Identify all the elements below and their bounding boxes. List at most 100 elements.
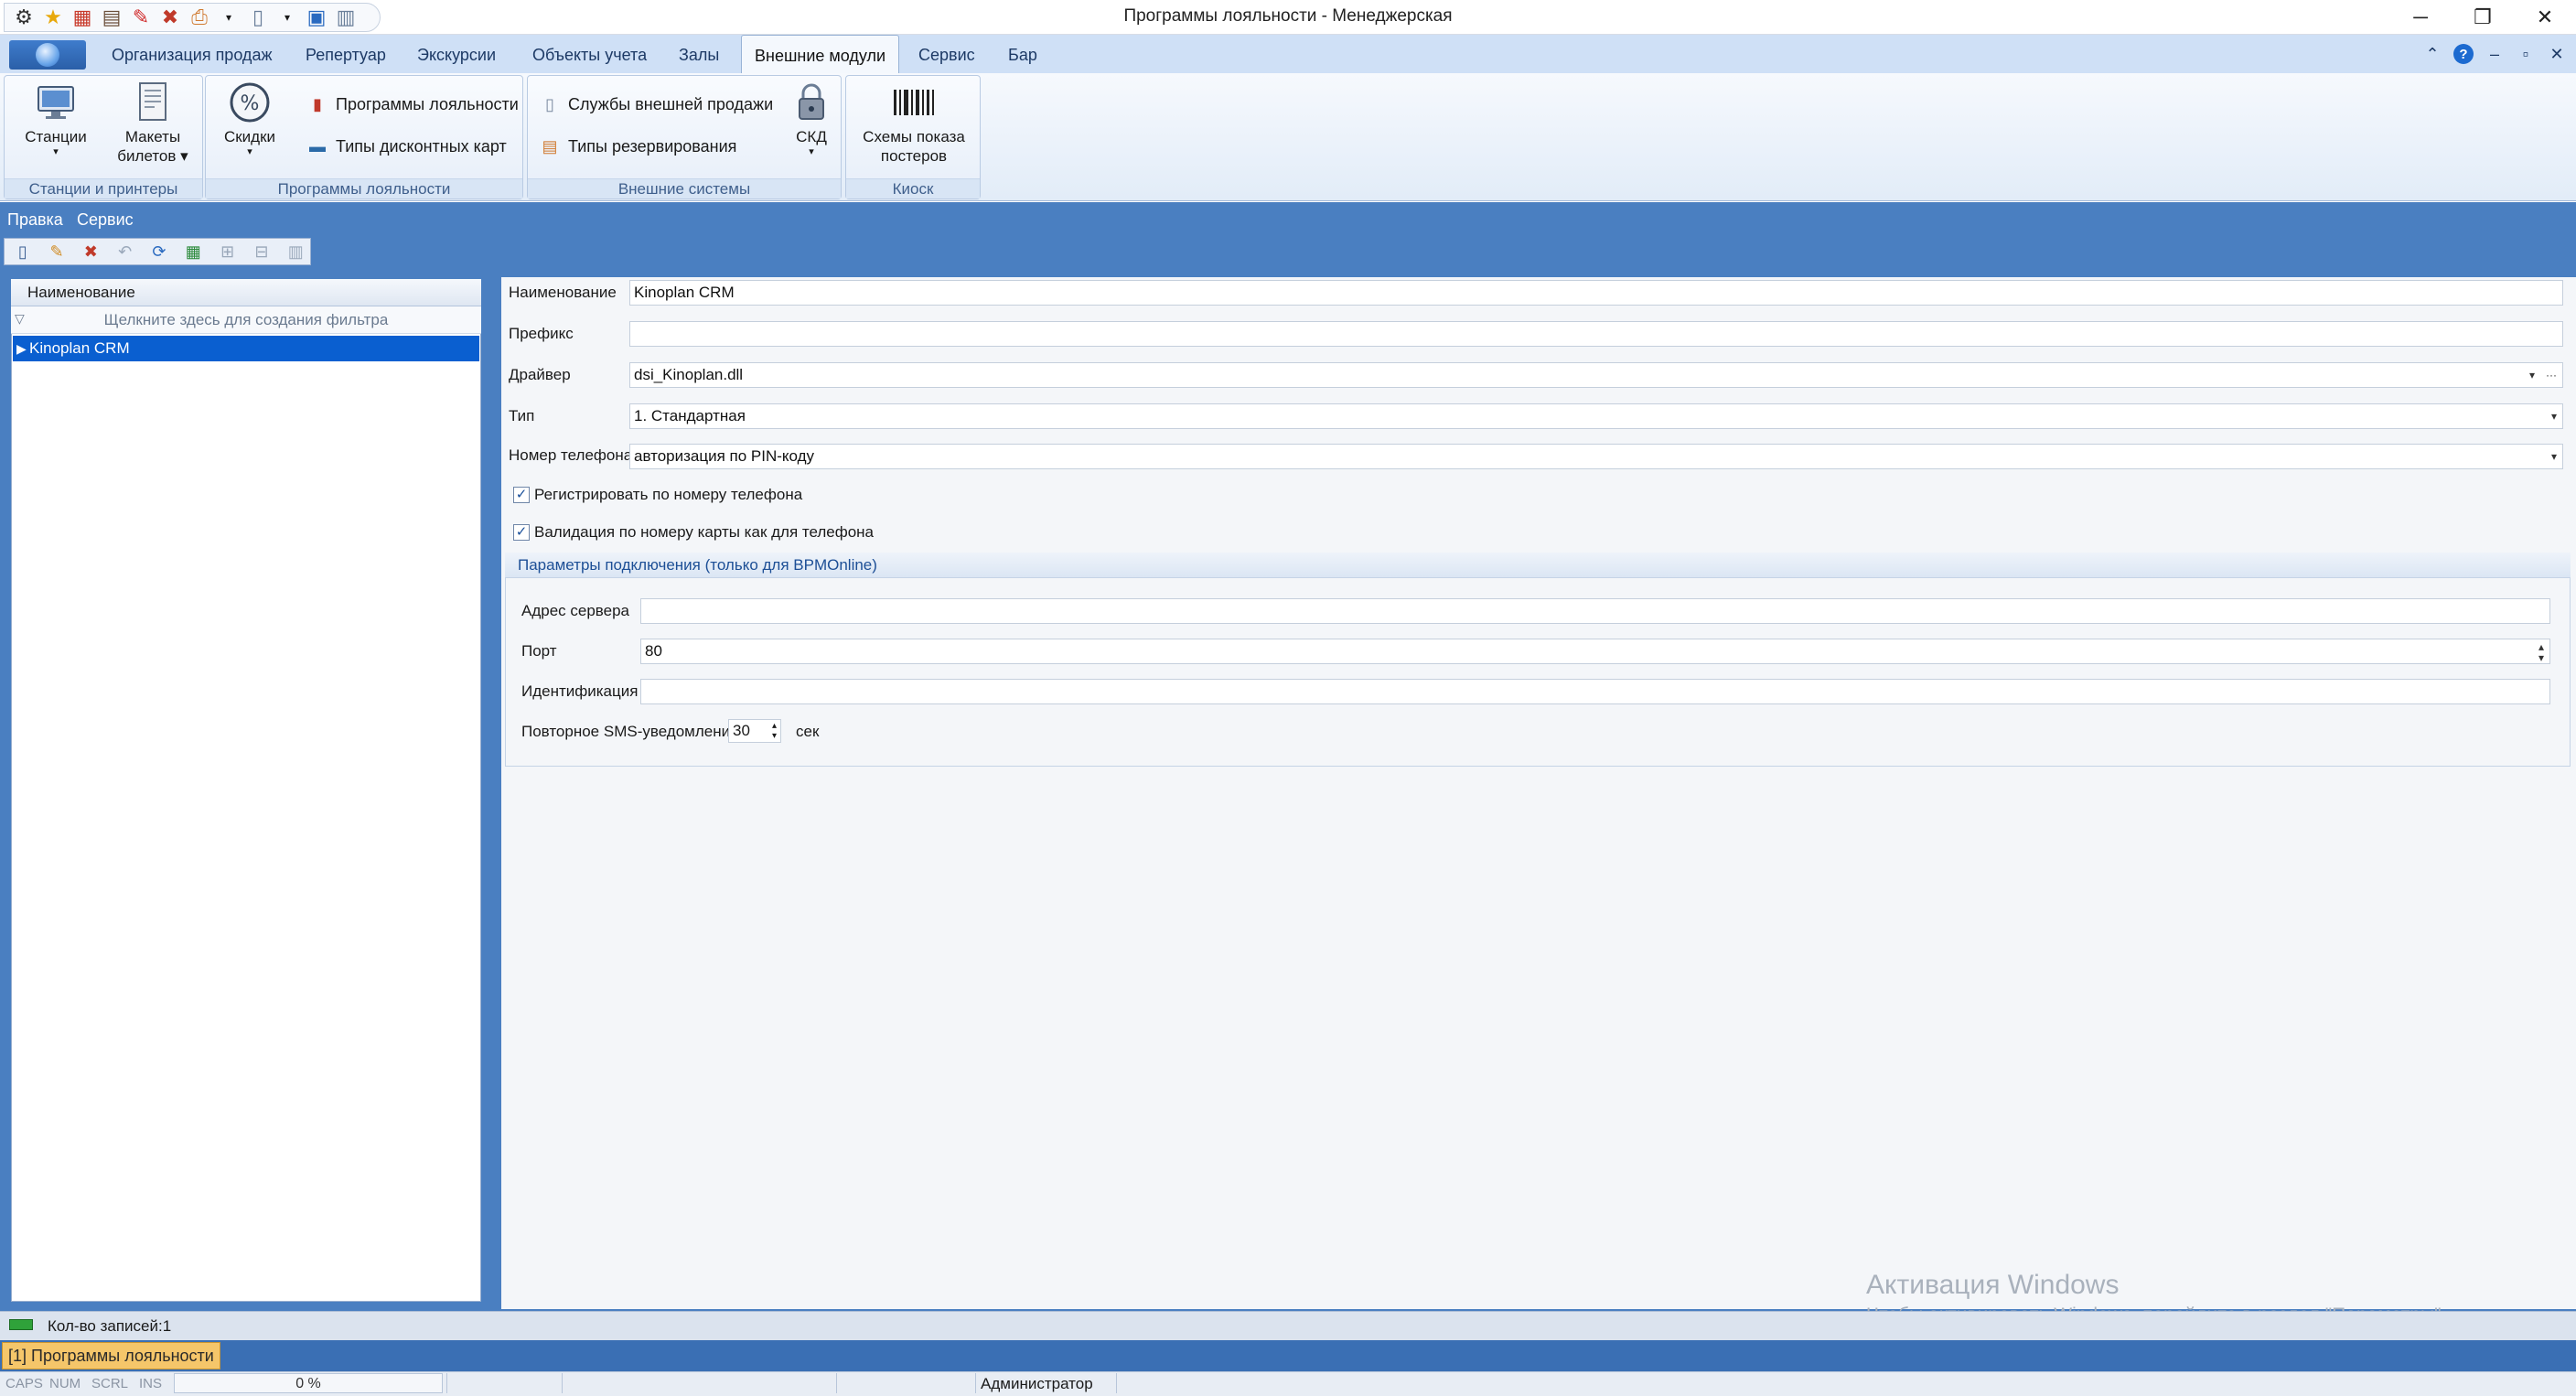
current-user: Администратор <box>981 1375 1093 1392</box>
register-by-phone-checkbox[interactable]: ✓ <box>513 487 530 503</box>
mdi-restore-icon[interactable]: ▫ <box>2512 40 2539 68</box>
details-form <box>501 277 2576 1309</box>
tab-excursions[interactable]: Экскурсии <box>404 35 509 73</box>
dropdown-arrow-icon[interactable]: ▾ <box>215 5 242 30</box>
excel-export-icon[interactable]: ▦ <box>179 240 208 263</box>
schedule-icon[interactable]: ▤ <box>98 5 125 30</box>
close-button[interactable]: ✕ <box>2514 0 2576 35</box>
collapse-all-icon[interactable]: ⊟ <box>247 240 275 263</box>
dropdown-arrow-icon[interactable]: ▾ <box>274 5 301 30</box>
tab-accounting-objects[interactable]: Объекты учета <box>520 35 660 73</box>
port-label: Порт <box>521 642 557 660</box>
favorites-star-icon[interactable]: ★ <box>39 5 67 30</box>
table-row[interactable]: Kinoplan CRM <box>13 336 479 361</box>
group-label: Внешние системы <box>528 178 841 199</box>
calendar-icon[interactable]: ▦ <box>69 5 96 30</box>
app-orb-icon <box>36 43 59 67</box>
status-divider <box>975 1373 976 1393</box>
discount-card-types-button[interactable]: ▬ Типы дисконтных карт <box>306 133 507 160</box>
tab-bar[interactable]: Бар <box>995 35 1050 73</box>
num-indicator: NUM <box>49 1376 81 1391</box>
group-label: Программы лояльности <box>206 178 522 199</box>
group-label: Станции и принтеры <box>5 178 202 199</box>
monitor-icon[interactable]: ▣ <box>303 5 330 30</box>
ribbon-group-loyalty: % Скидки ▾ ▮ Программы лояльности ▬ Типы… <box>205 75 523 199</box>
new-record-icon[interactable]: ▯ <box>8 240 37 263</box>
poster-schemes-button[interactable]: Схемы показа постеров <box>852 81 976 166</box>
dropdown-arrow-icon[interactable]: ▾ <box>2551 404 2557 428</box>
delete-record-icon[interactable]: ✖ <box>77 240 105 263</box>
spin-arrows-icon[interactable]: ▴ ▾ <box>772 721 777 741</box>
type-select[interactable]: 1. Стандартная ▾ <box>629 403 2563 429</box>
tab-repertoire[interactable]: Репертуар <box>293 35 399 73</box>
restore-button[interactable]: ❐ <box>2452 0 2514 35</box>
ribbon-group-external-systems: ▯ Службы внешней продажи ▤ Типы резервир… <box>527 75 842 199</box>
status-divider <box>1116 1373 1117 1393</box>
tab-sales-organization[interactable]: Организация продаж <box>99 35 285 73</box>
document-icon: ▯ <box>545 94 554 113</box>
document-icon[interactable]: ▯ <box>244 5 272 30</box>
panel-icon[interactable]: ▥ <box>332 5 360 30</box>
status-indicator-icon <box>9 1319 33 1330</box>
phone-mode-select[interactable]: авторизация по PIN-коду ▾ <box>629 444 2563 469</box>
records-grid[interactable] <box>11 279 481 1302</box>
menu-service[interactable]: Сервис <box>77 209 134 231</box>
menu-edit[interactable]: Правка <box>7 209 63 231</box>
edit-record-icon[interactable]: ✎ <box>42 240 70 263</box>
validate-card-checkbox[interactable]: ✓ <box>513 524 530 541</box>
external-sales-services-button[interactable]: ▯ Службы внешней продажи <box>539 91 773 118</box>
connection-params-title[interactable]: Параметры подключения (только для BPMOnl… <box>505 553 2571 578</box>
discounts-button[interactable]: % Скидки ▾ <box>213 81 286 157</box>
help-icon[interactable]: ? <box>2453 44 2474 64</box>
prefix-field[interactable] <box>629 321 2563 347</box>
access-control-button[interactable]: СКД ▾ <box>786 81 837 157</box>
grid-column-header-name[interactable]: Наименование <box>11 279 481 306</box>
prefix-label: Префикс <box>509 325 574 342</box>
identification-field[interactable] <box>640 679 2550 704</box>
dropdown-arrow-icon[interactable]: ▾ <box>2551 445 2557 468</box>
spin-arrows-icon[interactable]: ▴ ▾ <box>2538 641 2544 663</box>
dropdown-arrow-icon: ▾ <box>809 146 814 157</box>
progress-bar: 0 % <box>174 1373 443 1393</box>
grid-filter-row[interactable]: Щелкните здесь для создания фильтра <box>11 306 481 334</box>
print-icon[interactable]: ⎙ <box>186 5 213 30</box>
refresh-icon[interactable]: ⟳ <box>145 240 173 263</box>
name-field[interactable]: Kinoplan CRM <box>629 280 2563 306</box>
dropdown-arrow-icon[interactable]: ▾ <box>2529 363 2535 387</box>
mdi-close-icon[interactable]: ✕ <box>2543 40 2571 68</box>
ins-indicator: INS <box>139 1376 163 1391</box>
trash-icon[interactable]: ▥ <box>282 240 310 263</box>
ticket-layouts-button[interactable]: Макеты билетов ▾ <box>105 81 200 166</box>
row-indicator-icon: ▶ <box>16 341 27 356</box>
reservation-icon: ▤ <box>542 136 558 156</box>
ribbon-group-stations: Станции ▾ Макеты билетов ▾ Станции и при… <box>4 75 203 199</box>
app-logo-icon[interactable]: ⚙ <box>10 5 38 30</box>
status-divider <box>836 1373 837 1393</box>
driver-select[interactable]: dsi_Kinoplan.dll ▾ ··· <box>629 362 2563 388</box>
grid-toolbar: ▯ ✎ ✖ ↶ ⟳ ▦ ⊞ ⊟ ▥ <box>4 238 311 265</box>
expand-all-icon[interactable]: ⊞ <box>213 240 242 263</box>
mdi-minimize-icon[interactable]: – <box>2481 40 2508 68</box>
ribbon-group-kiosk: Схемы показа постеров Киоск <box>845 75 981 199</box>
menu-strip <box>0 202 2576 268</box>
sms-repeat-spinner[interactable]: 30 ▴ ▾ <box>728 719 781 743</box>
window-tab-loyalty[interactable]: [1] Программы лояльности <box>2 1342 220 1369</box>
ticket-icon[interactable]: ✎ <box>127 5 155 30</box>
discount-percent-icon: % <box>228 81 272 123</box>
stations-button[interactable]: Станции ▾ <box>14 81 98 157</box>
ribbon-collapse-icon[interactable]: ⌃ <box>2419 40 2446 68</box>
phone-label: Номер телефона <box>509 446 633 464</box>
loyalty-programs-button[interactable]: ▮ Программы лояльности <box>306 91 519 118</box>
reservation-types-button[interactable]: ▤ Типы резервирования <box>539 133 736 160</box>
server-address-field[interactable] <box>640 598 2550 624</box>
tab-halls[interactable]: Залы <box>666 35 732 73</box>
port-field[interactable]: 80 ▴ ▾ <box>640 639 2550 664</box>
tab-external-modules[interactable]: Внешние модули <box>741 35 900 73</box>
validate-card-label: Валидация по номеру карты как для телефо… <box>534 523 875 541</box>
tab-service[interactable]: Сервис <box>906 35 988 73</box>
ellipsis-icon[interactable]: ··· <box>2546 363 2557 387</box>
undo-icon[interactable]: ↶ <box>111 240 139 263</box>
ticket-return-icon[interactable]: ✖ <box>156 5 184 30</box>
application-menu-button[interactable] <box>9 40 86 70</box>
minimize-button[interactable]: ─ <box>2389 0 2452 35</box>
